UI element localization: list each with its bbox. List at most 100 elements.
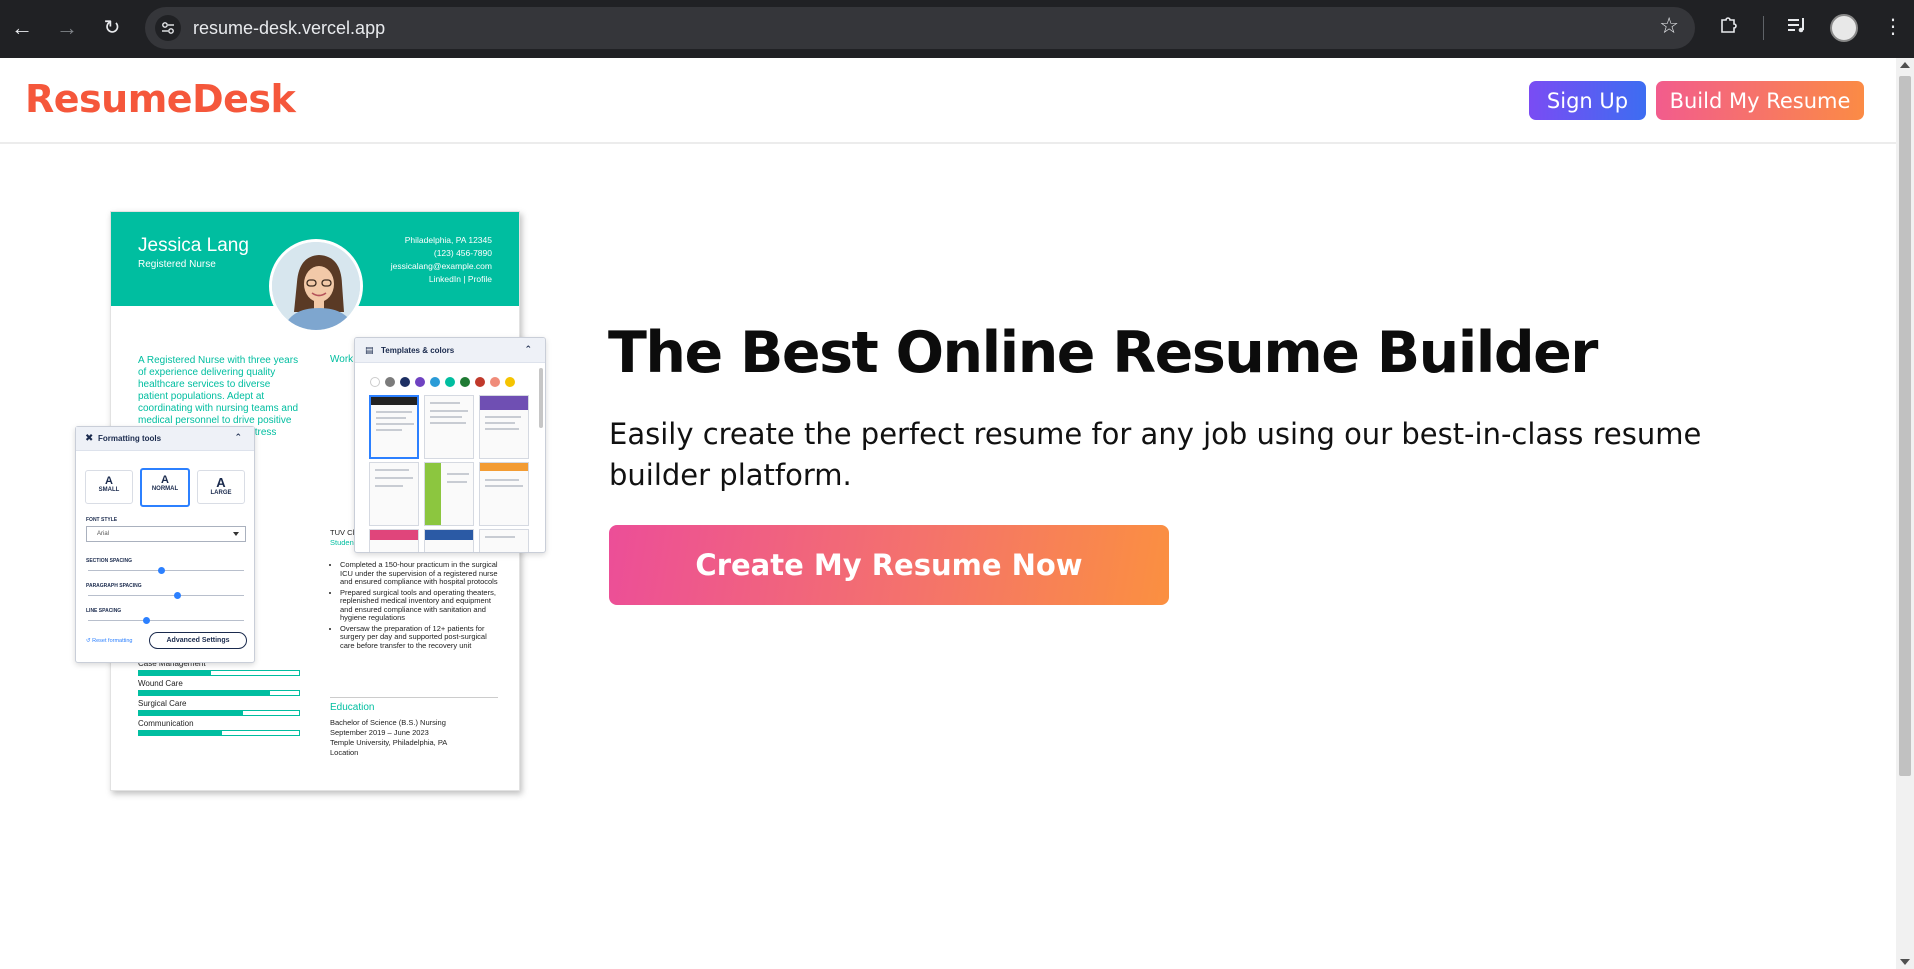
puzzle-icon[interactable] bbox=[1718, 14, 1740, 44]
resume-position: Studen bbox=[330, 538, 354, 547]
line-spacing-slider[interactable] bbox=[88, 617, 244, 624]
section-spacing-slider[interactable] bbox=[88, 567, 244, 574]
template-thumbnail[interactable] bbox=[369, 462, 419, 526]
site-header: ResumeDesk Sign Up Build My Resume bbox=[0, 58, 1896, 144]
size-letter: A bbox=[105, 475, 113, 487]
hero-title: The Best Online Resume Builder bbox=[608, 320, 1598, 386]
page-scrollbar[interactable] bbox=[1896, 58, 1914, 969]
resume-employer: TUV Cli bbox=[330, 528, 356, 537]
size-large-button[interactable]: A LARGE bbox=[197, 470, 245, 504]
forward-icon[interactable]: → bbox=[53, 14, 81, 42]
build-resume-button[interactable]: Build My Resume bbox=[1656, 81, 1864, 120]
skill-item: Wound Care bbox=[138, 679, 300, 696]
slider-handle[interactable] bbox=[158, 567, 166, 574]
profile-photo bbox=[269, 239, 363, 333]
chevron-down-icon bbox=[233, 532, 239, 536]
chevron-up-icon[interactable]: ⌃ bbox=[234, 432, 242, 443]
size-small-button[interactable]: A SMALL bbox=[85, 470, 133, 504]
color-swatch[interactable] bbox=[430, 377, 440, 387]
formatting-tools-panel: ✖ Formatting tools ⌃ A SMALL A NORMAL A … bbox=[75, 426, 255, 663]
reload-icon[interactable]: ↻ bbox=[98, 14, 126, 42]
template-thumbnail[interactable] bbox=[479, 462, 529, 526]
skill-label: Communication bbox=[138, 719, 194, 728]
paragraph-spacing-slider[interactable] bbox=[88, 592, 244, 599]
resume-contact: Philadelphia, PA 12345 (123) 456-7890 je… bbox=[391, 234, 492, 286]
templates-panel-header[interactable]: ▤ Templates & colors ⌃ bbox=[355, 338, 545, 363]
formatting-panel-header[interactable]: ✖ Formatting tools ⌃ bbox=[76, 427, 254, 451]
reset-label: Reset formatting bbox=[92, 638, 133, 644]
color-swatch[interactable] bbox=[460, 377, 470, 387]
color-swatch[interactable] bbox=[385, 377, 395, 387]
address-bar[interactable]: resume-desk.vercel.app ☆ bbox=[145, 7, 1695, 49]
template-thumbnail[interactable] bbox=[479, 395, 529, 459]
skill-label: Wound Care bbox=[138, 679, 183, 688]
color-swatch[interactable] bbox=[370, 377, 380, 387]
line-spacing-label: LINE SPACING bbox=[86, 608, 122, 614]
section-spacing-label: SECTION SPACING bbox=[86, 558, 133, 564]
color-swatch[interactable] bbox=[415, 377, 425, 387]
create-resume-button[interactable]: Create My Resume Now bbox=[609, 525, 1169, 605]
color-swatch[interactable] bbox=[490, 377, 500, 387]
slider-handle[interactable] bbox=[173, 592, 181, 599]
color-swatch[interactable] bbox=[445, 377, 455, 387]
skill-bar bbox=[138, 730, 300, 736]
skill-fill bbox=[139, 671, 211, 675]
scroll-up-icon[interactable] bbox=[1900, 62, 1910, 68]
tune-icon[interactable] bbox=[155, 15, 181, 41]
slider-handle[interactable] bbox=[142, 617, 150, 624]
education-heading: Education bbox=[330, 702, 375, 713]
hero-subtitle: Easily create the perfect resume for any… bbox=[609, 417, 1702, 492]
list-item: Prepared surgical tools and operating th… bbox=[340, 588, 500, 623]
color-swatch[interactable] bbox=[400, 377, 410, 387]
resume-bullets: Completed a 150-hour practicum in the su… bbox=[330, 560, 500, 652]
back-icon[interactable]: ← bbox=[8, 14, 36, 42]
resume-name: Jessica Lang bbox=[138, 235, 249, 256]
sign-up-button[interactable]: Sign Up bbox=[1529, 81, 1646, 120]
avatar-icon[interactable] bbox=[1830, 14, 1858, 42]
list-item: Completed a 150-hour practicum in the su… bbox=[340, 560, 500, 587]
document-icon: ▤ bbox=[365, 345, 374, 355]
contact-city: Philadelphia, PA 12345 bbox=[404, 235, 492, 245]
templates-scrollbar[interactable] bbox=[539, 368, 543, 428]
size-label: SMALL bbox=[98, 487, 120, 493]
queue-music-icon[interactable] bbox=[1786, 14, 1808, 44]
divider bbox=[330, 697, 498, 698]
url-text[interactable]: resume-desk.vercel.app bbox=[193, 18, 385, 39]
skill-bar bbox=[138, 690, 300, 696]
contact-phone: (123) 456-7890 bbox=[433, 248, 492, 258]
formatting-panel-title: Formatting tools bbox=[98, 434, 162, 443]
font-style-label: FONT STYLE bbox=[86, 517, 118, 523]
template-thumbnail[interactable] bbox=[424, 395, 474, 459]
templates-panel: ▤ Templates & colors ⌃ bbox=[354, 337, 546, 553]
font-style-select[interactable]: Arial bbox=[86, 526, 246, 542]
reset-formatting-link[interactable]: ↺ Reset formatting bbox=[86, 638, 133, 644]
scroll-down-icon[interactable] bbox=[1900, 959, 1910, 965]
tools-icon: ✖ bbox=[85, 433, 94, 444]
font-style-value: Arial bbox=[97, 531, 110, 537]
contact-email: jessicalang@example.com bbox=[390, 261, 492, 271]
template-thumbnail[interactable] bbox=[369, 395, 419, 459]
skill-bar bbox=[138, 710, 300, 716]
more-vert-icon[interactable]: ⋮ bbox=[1883, 14, 1903, 39]
toolbar-divider bbox=[1763, 16, 1764, 40]
advanced-settings-button[interactable]: Advanced Settings bbox=[149, 632, 247, 649]
size-normal-button[interactable]: A NORMAL bbox=[140, 468, 190, 507]
color-swatch[interactable] bbox=[505, 377, 515, 387]
skill-fill bbox=[139, 691, 271, 695]
contact-links: LinkedIn | Profile bbox=[428, 274, 492, 284]
skill-item: Communication bbox=[138, 719, 300, 736]
size-label: NORMAL bbox=[151, 486, 179, 492]
templates-panel-title: Templates & colors bbox=[381, 346, 455, 355]
star-icon[interactable]: ☆ bbox=[1659, 13, 1679, 39]
template-thumbnail[interactable] bbox=[424, 529, 474, 552]
work-heading: Work bbox=[330, 354, 354, 365]
template-thumbnail[interactable] bbox=[479, 529, 529, 552]
site-logo[interactable]: ResumeDesk bbox=[25, 77, 296, 121]
chevron-up-icon[interactable]: ⌃ bbox=[524, 344, 532, 355]
template-thumbnail[interactable] bbox=[369, 529, 419, 552]
skill-item: Surgical Care bbox=[138, 699, 300, 716]
template-thumbnail[interactable] bbox=[424, 462, 474, 526]
scrollbar-thumb[interactable] bbox=[1899, 76, 1911, 776]
color-swatch[interactable] bbox=[475, 377, 485, 387]
size-letter: A bbox=[216, 475, 226, 490]
